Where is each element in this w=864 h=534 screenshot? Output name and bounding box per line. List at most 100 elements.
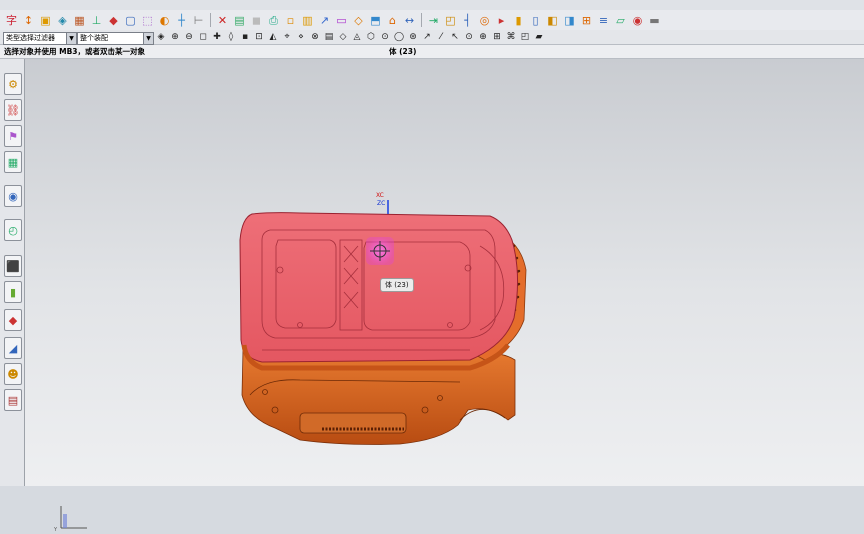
select-all-icon[interactable]: ⊛ [407,32,419,43]
pattern-icon[interactable]: ◉ [630,13,645,28]
web-browser-icon[interactable]: ◉ [4,185,22,207]
wcs-triad: Y [53,506,87,533]
tangent-snap-icon[interactable]: ◰ [519,32,531,43]
trim-icon[interactable]: ┼ [174,13,189,28]
body-select-icon[interactable]: ⁄ [435,32,447,43]
graphics-window[interactable]: XC ZC Y [25,59,864,533]
select-all-icon[interactable]: ◈ [155,32,167,43]
selection-tooltip: 体 (23) [380,278,414,292]
move-icon[interactable]: ◼ [249,13,264,28]
palette-icon[interactable]: ☻ [4,363,22,385]
center-snap-icon[interactable]: ⊡ [253,32,265,43]
move-icon[interactable]: ▯ [528,13,543,28]
revolve-icon[interactable]: ◈ [55,13,70,28]
face-select-icon[interactable]: ↖ [449,32,461,43]
svg-text:Y: Y [53,527,58,533]
arc-snap-icon[interactable]: ▪ [239,32,251,43]
axis-x-label: XC [376,192,384,199]
type-filter-select[interactable]: 类型选择过滤器 ▼ [3,32,77,45]
assembly-navigator-icon[interactable]: ⚙ [4,73,22,95]
extrude-icon[interactable]: ↗ [317,13,332,28]
point-snap-icon[interactable]: ✚ [211,32,223,43]
arc-snap-icon[interactable]: ⊞ [491,32,503,43]
process-studio-icon[interactable]: ▮ [4,281,22,303]
pattern-icon[interactable]: ▦ [72,13,87,28]
selection-scope-select[interactable]: 整个装配 ▼ [77,32,154,45]
constraint-navigator-icon[interactable]: ⛓ [4,99,22,121]
datum-icon[interactable]: ▥ [300,13,315,28]
system-scenes-icon[interactable]: ▤ [4,389,22,411]
feature-select-icon[interactable]: ⊕ [169,32,181,43]
trim-icon[interactable]: ┤ [460,13,475,28]
draft-icon[interactable]: ◐ [157,13,172,28]
extrude-icon[interactable]: ≡ [596,13,611,28]
manufacturing-wizard-icon[interactable]: ◆ [4,309,22,331]
reuse-library-icon[interactable]: ▦ [4,151,22,173]
sew-icon[interactable]: ◎ [477,13,492,28]
select-all-icon[interactable]: ▰ [533,32,545,43]
tangent-snap-icon[interactable]: ◭ [267,32,279,43]
shell-icon[interactable]: ◆ [106,13,121,28]
pattern-icon[interactable]: ◇ [351,13,366,28]
status-bar: 选择对象并使用 MB3，或者双击某一对象 体 (23) [0,45,864,59]
part-navigator-icon[interactable]: ⚑ [4,125,22,147]
roles-icon[interactable]: ◢ [4,337,22,359]
edge-blend-icon[interactable]: ▢ [123,13,138,28]
measure-icon[interactable]: ✕ [215,13,230,28]
boolean-icon[interactable]: ⬒ [368,13,383,28]
highlighted-body [239,212,519,363]
history-icon[interactable]: ◴ [4,219,22,241]
datum-icon[interactable]: ↕ [21,13,36,28]
body-select-icon[interactable]: ⊗ [309,32,321,43]
selection-info: 体 (23) [389,47,417,56]
datum-icon[interactable]: ⊞ [579,13,594,28]
revolve-icon[interactable]: ▱ [613,13,628,28]
sketch-icon[interactable]: 字 [4,13,19,28]
boolean-icon[interactable]: ▬ [647,13,662,28]
sketch-icon[interactable]: ▫ [283,13,298,28]
system-materials-icon[interactable]: ⬛ [4,255,22,277]
select-all-icon[interactable]: ⌖ [281,32,293,43]
extrude-icon[interactable]: ▣ [38,13,53,28]
body-select-icon[interactable]: ⊖ [183,32,195,43]
center-snap-icon[interactable]: ⊙ [379,32,391,43]
snap-icon[interactable]: ⎙ [266,13,281,28]
point-snap-icon[interactable]: ⊙ [463,32,475,43]
section-icon[interactable]: ▤ [232,13,247,28]
line-snap-icon[interactable]: ◬ [351,32,363,43]
tangent-snap-icon[interactable]: ◯ [393,32,405,43]
shell-icon[interactable]: ⌂ [385,13,400,28]
sketch-icon[interactable]: ◨ [562,13,577,28]
model-view[interactable]: XC ZC [25,59,864,486]
arc-snap-icon[interactable]: ⬡ [365,32,377,43]
axis-z-label: ZC [377,200,385,207]
edge-blend-icon[interactable]: ↔ [402,13,417,28]
selection-scope-value: 整个装配 [80,34,108,42]
line-snap-icon[interactable]: ⊕ [477,32,489,43]
center-snap-icon[interactable]: ⌘ [505,32,517,43]
section-icon[interactable]: ▮ [511,13,526,28]
face-select-icon[interactable]: ▤ [323,32,335,43]
main-toolbar: 字 ↕ ▣ ◈ ▦ ⊥ ◆ ▢ ⬚ ◐ ┼ ⊢ ✕ ▤ ◼ ⎙ ▫ ▥ ↗ ▭ ◇ ⬒ ⌂ ↔ ⇥ ◰ ┤ ◎ ▸ ▮ ▯ ◧ ◨ ⊞ ≡ ▱ ◉ ▬ [0,10,864,31]
pick-marker [366,237,394,265]
revolve-icon[interactable]: ▭ [334,13,349,28]
sew-icon[interactable]: ⊢ [191,13,206,28]
feature-select-icon[interactable]: ⋄ [295,32,307,43]
status-prompt: 选择对象并使用 MB3，或者双击某一对象 [4,47,146,56]
draft-icon[interactable]: ◰ [443,13,458,28]
chevron-down-icon[interactable]: ▼ [66,33,76,44]
resource-bar: ⚙ ⛓ ⚑ ▦ ◉ ◴ ⬛ ▮ ◆ ◢ ☻ ▤ [0,59,25,486]
chamfer-icon[interactable]: ⇥ [426,13,441,28]
face-select-icon[interactable]: ◻ [197,32,209,43]
boolean-icon[interactable]: ⊥ [89,13,104,28]
feature-select-icon[interactable]: ↗ [421,32,433,43]
snap-icon[interactable]: ◧ [545,13,560,28]
snap-tools: ◈ ⊕ ⊖ ◻ ✚ ◊ ▪ ⊡ ◭ ⌖ ⋄ ⊗ ▤ ◇ ◬ ⬡ ⊙ ◯ ⊛ ↗ ⁄ ↖ ⊙ ⊕ ⊞ ⌘ ◰ ▰ [155,31,545,44]
line-snap-icon[interactable]: ◊ [225,32,237,43]
type-filter-value: 类型选择过滤器 [6,34,55,42]
chevron-down-icon[interactable]: ▼ [143,33,153,44]
datum-csys: XC ZC [376,192,389,214]
point-snap-icon[interactable]: ◇ [337,32,349,43]
chamfer-icon[interactable]: ⬚ [140,13,155,28]
measure-icon[interactable]: ▸ [494,13,509,28]
